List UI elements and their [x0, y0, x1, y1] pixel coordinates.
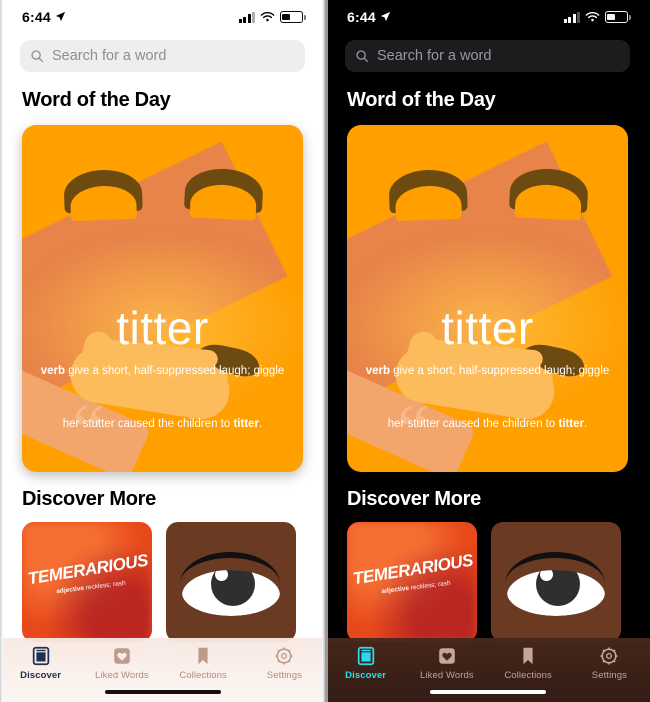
status-bar: 6:44 — [0, 0, 325, 34]
discover-card-temerarious[interactable]: TEMERARIOUS adjective reckless; rash — [22, 522, 152, 642]
home-indicator[interactable] — [104, 689, 221, 694]
tab-settings[interactable]: Settings — [569, 645, 650, 681]
status-bar: 6:44 — [325, 0, 650, 34]
tab-settings-label: Settings — [266, 670, 302, 681]
tab-discover-label: Discover — [20, 670, 62, 681]
discover-more-row: TEMERARIOUS adjective reckless; rash — [325, 522, 650, 642]
battery-icon — [280, 11, 306, 23]
example-word: titter — [233, 417, 260, 430]
gear-icon — [600, 647, 618, 665]
part-of-speech: verb — [365, 364, 390, 377]
bookmark-icon — [198, 647, 208, 665]
eye-lash-line — [180, 552, 280, 584]
location-arrow-icon — [380, 11, 390, 21]
word-title: titter — [441, 302, 534, 354]
example-sentence: her stutter caused the children to titte… — [361, 416, 614, 433]
tab-liked-words-label: Liked Words — [95, 670, 149, 681]
status-bar-clock: 6:44 — [22, 9, 51, 25]
eye-lash-line — [505, 552, 605, 584]
location-arrow-icon — [55, 11, 65, 21]
discover-more-row: TEMERARIOUS adjective reckless; rash — [0, 522, 325, 642]
word-of-the-day-card-wrap[interactable]: titter verb give a short, half-suppresse… — [0, 125, 325, 472]
dual-phone-comparison: 6:44 Search for a word Word of the Day t… — [0, 0, 650, 702]
tab-liked-words[interactable]: Liked Words — [406, 645, 487, 681]
tab-liked-words[interactable]: Liked Words — [81, 645, 162, 681]
example-quote-block: “ her stutter caused the children to tit… — [361, 394, 614, 468]
example-word: titter — [558, 417, 585, 430]
tab-discover-label: Discover — [345, 670, 387, 681]
phone-panel-dark: 6:44 Search for a word Word of the Day t… — [325, 0, 650, 702]
word-of-the-day-card[interactable]: titter verb give a short, half-suppresse… — [347, 125, 628, 472]
example-suffix: . — [259, 417, 263, 430]
word-of-the-day-title: Word of the Day — [347, 89, 496, 111]
tab-discover[interactable]: Discover — [0, 645, 81, 681]
tab-liked-words-label: Liked Words — [420, 670, 474, 681]
phone-panel-light: 6:44 Search for a word Word of the Day t… — [0, 0, 325, 702]
home-indicator[interactable] — [429, 689, 546, 694]
discover-more-title: Discover More — [347, 488, 481, 510]
word-title: titter — [116, 302, 209, 354]
battery-icon — [605, 11, 631, 23]
search-placeholder: Search for a word — [377, 48, 492, 64]
gear-icon — [275, 647, 293, 665]
discover-card-temerarious[interactable]: TEMERARIOUS adjective reckless; rash — [347, 522, 477, 642]
book-icon — [357, 646, 374, 666]
word-definition: verb give a short, half-suppressed laugh… — [361, 363, 614, 380]
bookmark-icon — [523, 647, 533, 665]
definition-text: give a short, half-suppressed laugh; gig… — [68, 364, 285, 377]
part-of-speech: verb — [40, 364, 65, 377]
discover-more-title: Discover More — [22, 488, 156, 510]
tab-collections[interactable]: Collections — [488, 645, 569, 681]
heart-icon — [114, 648, 130, 664]
cellular-signal-icon — [563, 11, 580, 23]
search-placeholder: Search for a word — [52, 48, 167, 64]
tab-settings[interactable]: Settings — [244, 645, 325, 681]
card-text-block: titter verb give a short, half-suppresse… — [347, 302, 628, 468]
word-definition: verb give a short, half-suppressed laugh… — [36, 363, 289, 380]
example-prefix: her stutter caused the children to — [62, 417, 234, 430]
example-sentence: her stutter caused the children to titte… — [36, 416, 289, 433]
face-eye-right-icon — [508, 166, 590, 214]
word-of-the-day-card-wrap[interactable]: titter verb give a short, half-suppresse… — [325, 125, 650, 472]
cellular-signal-icon — [238, 11, 255, 23]
search-input[interactable]: Search for a word — [345, 40, 630, 72]
discover-card-eye[interactable] — [491, 522, 621, 642]
wifi-icon — [585, 12, 600, 22]
tab-settings-label: Settings — [591, 670, 627, 681]
search-icon — [31, 50, 44, 63]
search-icon — [356, 50, 369, 63]
face-eye-left-icon — [63, 168, 143, 214]
tab-collections[interactable]: Collections — [163, 645, 244, 681]
example-quote-block: “ her stutter caused the children to tit… — [36, 394, 289, 468]
status-bar-right — [238, 11, 306, 23]
status-bar-left: 6:44 — [347, 9, 391, 25]
tab-discover[interactable]: Discover — [325, 645, 406, 681]
face-eye-right-icon — [183, 166, 265, 214]
status-bar-left: 6:44 — [22, 9, 66, 25]
word-of-the-day-title: Word of the Day — [22, 89, 171, 111]
definition-text: give a short, half-suppressed laugh; gig… — [393, 364, 610, 377]
book-icon — [32, 646, 49, 666]
tab-collections-label: Collections — [179, 670, 227, 681]
wifi-icon — [260, 12, 275, 22]
example-prefix: her stutter caused the children to — [387, 417, 559, 430]
discover-card-eye[interactable] — [166, 522, 296, 642]
search-input[interactable]: Search for a word — [20, 40, 305, 72]
card-text-block: titter verb give a short, half-suppresse… — [22, 302, 303, 468]
word-of-the-day-card[interactable]: titter verb give a short, half-suppresse… — [22, 125, 303, 472]
status-bar-right — [563, 11, 631, 23]
example-suffix: . — [584, 417, 588, 430]
tab-collections-label: Collections — [504, 670, 552, 681]
panel-divider — [325, 0, 328, 702]
status-bar-clock: 6:44 — [347, 9, 376, 25]
heart-icon — [439, 648, 455, 664]
face-eye-left-icon — [388, 168, 468, 214]
